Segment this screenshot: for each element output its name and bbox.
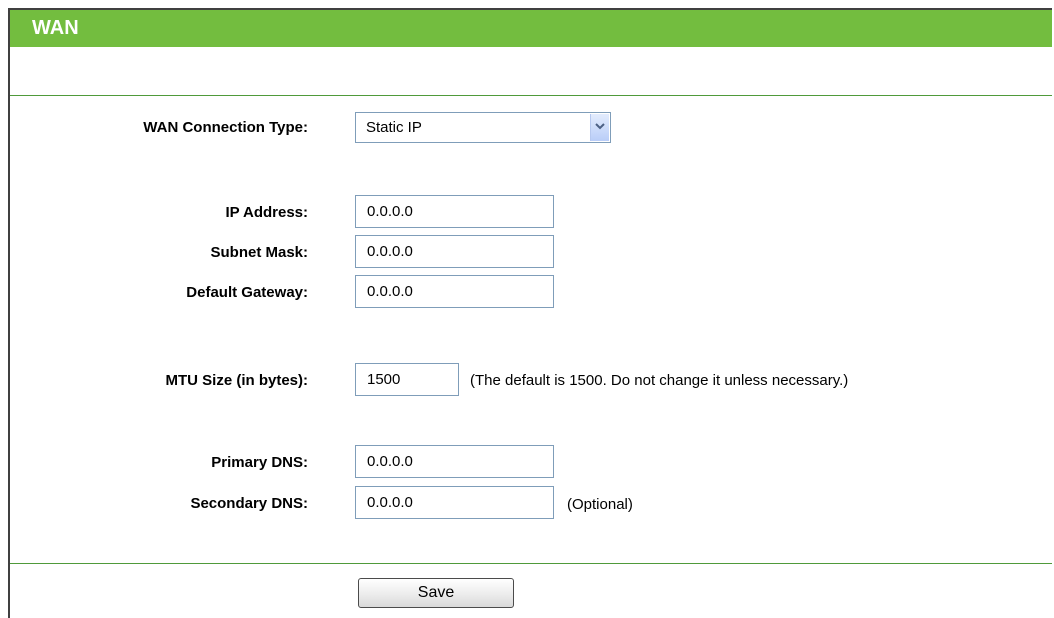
- save-button[interactable]: Save: [358, 578, 514, 608]
- default-gateway-label: Default Gateway:: [186, 284, 308, 301]
- mtu-input[interactable]: [355, 363, 459, 396]
- primary-dns-label: Primary DNS:: [211, 454, 308, 471]
- page-title: WAN: [10, 10, 1052, 47]
- default-gateway-input[interactable]: [355, 275, 554, 308]
- top-divider: [10, 95, 1052, 96]
- ip-address-input[interactable]: [355, 195, 554, 228]
- secondary-dns-label: Secondary DNS:: [190, 495, 308, 512]
- ip-address-label: IP Address:: [225, 204, 308, 221]
- mtu-label: MTU Size (in bytes):: [165, 372, 308, 389]
- mtu-hint: (The default is 1500. Do not change it u…: [470, 372, 849, 389]
- secondary-dns-optional-note: (Optional): [567, 496, 633, 513]
- connection-type-label: WAN Connection Type:: [143, 119, 308, 136]
- chevron-down-icon[interactable]: [590, 114, 609, 141]
- subnet-mask-label: Subnet Mask:: [210, 244, 308, 261]
- wan-settings-panel: WAN WAN Connection Type: Static IP IP Ad…: [8, 8, 1052, 618]
- bottom-divider: [10, 563, 1052, 564]
- connection-type-value: Static IP: [366, 119, 422, 136]
- connection-type-select[interactable]: Static IP: [355, 112, 611, 143]
- secondary-dns-input[interactable]: [355, 486, 554, 519]
- subnet-mask-input[interactable]: [355, 235, 554, 268]
- primary-dns-input[interactable]: [355, 445, 554, 478]
